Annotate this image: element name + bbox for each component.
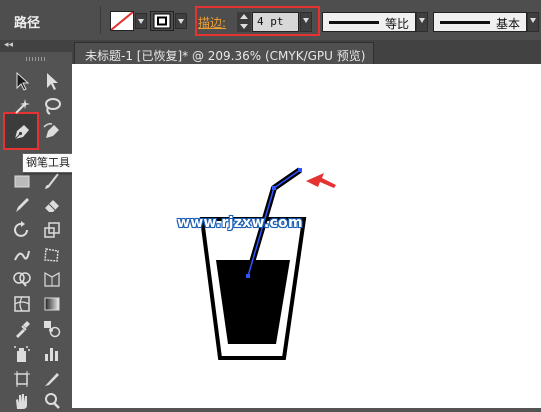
rectangle-tool[interactable]	[9, 170, 35, 192]
magic-wand-icon	[15, 99, 30, 114]
curvature-tool[interactable]	[39, 120, 65, 142]
stroke-label-colon: :	[222, 16, 227, 30]
direct-selection-icon	[47, 73, 58, 90]
slice-tool[interactable]	[39, 368, 65, 390]
stroke-label[interactable]: 描边:	[198, 14, 226, 31]
slice-knife-icon	[45, 373, 59, 386]
selection-tool[interactable]	[9, 70, 35, 92]
stroke-label-text: 描边	[198, 16, 223, 30]
profile-line-icon	[329, 21, 379, 24]
document-tab[interactable]: 未标题-1 [已恢复]* @ 209.36% (CMYK/GPU 预览)	[74, 42, 374, 64]
artboard-icon	[14, 371, 30, 387]
magic-wand-tool[interactable]	[9, 95, 35, 117]
artboard[interactable]: www.rjzxw.com	[72, 64, 541, 408]
none-swatch-icon	[111, 12, 133, 30]
brush-line-icon	[440, 21, 490, 24]
brush-definition[interactable]: 基本	[433, 12, 527, 32]
anchor-point	[246, 274, 250, 278]
selection-type-label: 路径	[14, 16, 41, 31]
document-title: 未标题-1 [已恢复]* @ 209.36% (CMYK/GPU 预览)	[85, 49, 366, 63]
stroke-weight-dropdown[interactable]	[300, 12, 312, 32]
paintbrush-icon	[45, 173, 59, 189]
stroke-weight-spinner[interactable]	[237, 12, 251, 32]
brush-label: 基本	[495, 17, 520, 31]
eyedropper-tool[interactable]	[9, 318, 35, 340]
scale-icon	[44, 222, 60, 238]
divider	[100, 6, 101, 34]
anchor-point	[272, 186, 276, 190]
stroke-weight-input[interactable]: 4 pt	[252, 12, 299, 32]
warp-icon	[14, 250, 30, 261]
column-graph-icon	[45, 348, 58, 361]
pencil-tool[interactable]	[9, 194, 35, 216]
lasso-icon	[45, 98, 61, 115]
rotate-icon	[14, 221, 28, 237]
lasso-tool[interactable]	[39, 95, 65, 117]
stroke-dropdown[interactable]	[175, 13, 187, 29]
direct-selection-tool[interactable]	[39, 70, 65, 92]
zoom-tool[interactable]	[39, 390, 65, 412]
blend-tool[interactable]	[39, 318, 65, 340]
eraser-icon	[45, 200, 59, 212]
spin-up-icon[interactable]	[240, 14, 248, 19]
symbol-sprayer-tool[interactable]	[9, 343, 35, 365]
zoom-magnifier-icon	[45, 393, 60, 409]
spin-down-icon[interactable]	[240, 24, 248, 29]
gradient-icon	[44, 297, 60, 311]
pen-icon	[14, 125, 29, 140]
gradient-tool[interactable]	[39, 293, 65, 315]
variable-width-profile[interactable]: 等比	[322, 12, 416, 32]
cup-liquid	[216, 260, 290, 344]
perspective-grid-tool[interactable]	[39, 268, 65, 290]
fill-swatch[interactable]	[110, 11, 134, 31]
free-transform-tool[interactable]	[39, 244, 65, 266]
blend-icon	[44, 321, 61, 338]
shape-builder-tool[interactable]	[9, 268, 35, 290]
symbol-sprayer-icon	[14, 346, 30, 362]
profile-dropdown[interactable]	[416, 12, 428, 32]
panel-grip[interactable]	[26, 57, 46, 61]
mesh-icon	[14, 296, 30, 312]
anchor-point	[298, 168, 302, 172]
brush-dropdown[interactable]	[527, 12, 539, 32]
artwork-canvas	[199, 167, 336, 360]
shape-builder-icon	[13, 272, 31, 287]
hand-tool[interactable]	[9, 390, 35, 412]
column-graph-tool[interactable]	[39, 343, 65, 365]
curvature-pen-icon	[43, 123, 59, 138]
scale-tool[interactable]	[39, 219, 65, 241]
rectangle-icon	[14, 175, 30, 188]
eraser-tool[interactable]	[39, 194, 65, 216]
document-tab-bar: 未标题-1 [已恢复]* @ 209.36% (CMYK/GPU 预览)	[72, 40, 541, 64]
control-bar: 路径 描边: 4 pt 等比 基本	[0, 0, 541, 41]
mesh-tool[interactable]	[9, 293, 35, 315]
selection-arrow-icon	[16, 71, 30, 91]
pencil-icon	[16, 198, 29, 212]
watermark: www.rjzxw.com	[177, 215, 303, 231]
hand-icon	[16, 394, 27, 409]
free-transform-icon	[44, 248, 59, 262]
stroke-swatch-icon	[153, 13, 171, 29]
pen-tool[interactable]	[8, 120, 34, 142]
fill-dropdown[interactable]	[135, 13, 147, 29]
rotate-tool[interactable]	[9, 219, 35, 241]
profile-label: 等比	[384, 17, 409, 31]
eyedropper-icon	[16, 321, 30, 338]
stroke-swatch[interactable]	[150, 11, 174, 31]
perspective-grid-icon	[44, 271, 60, 287]
paintbrush-tool[interactable]	[39, 170, 65, 192]
panel-collapse-button[interactable]: ◂◂	[0, 40, 72, 52]
warp-tool[interactable]	[9, 244, 35, 266]
red-arrow-icon	[306, 173, 336, 188]
artboard-tool[interactable]	[9, 368, 35, 390]
